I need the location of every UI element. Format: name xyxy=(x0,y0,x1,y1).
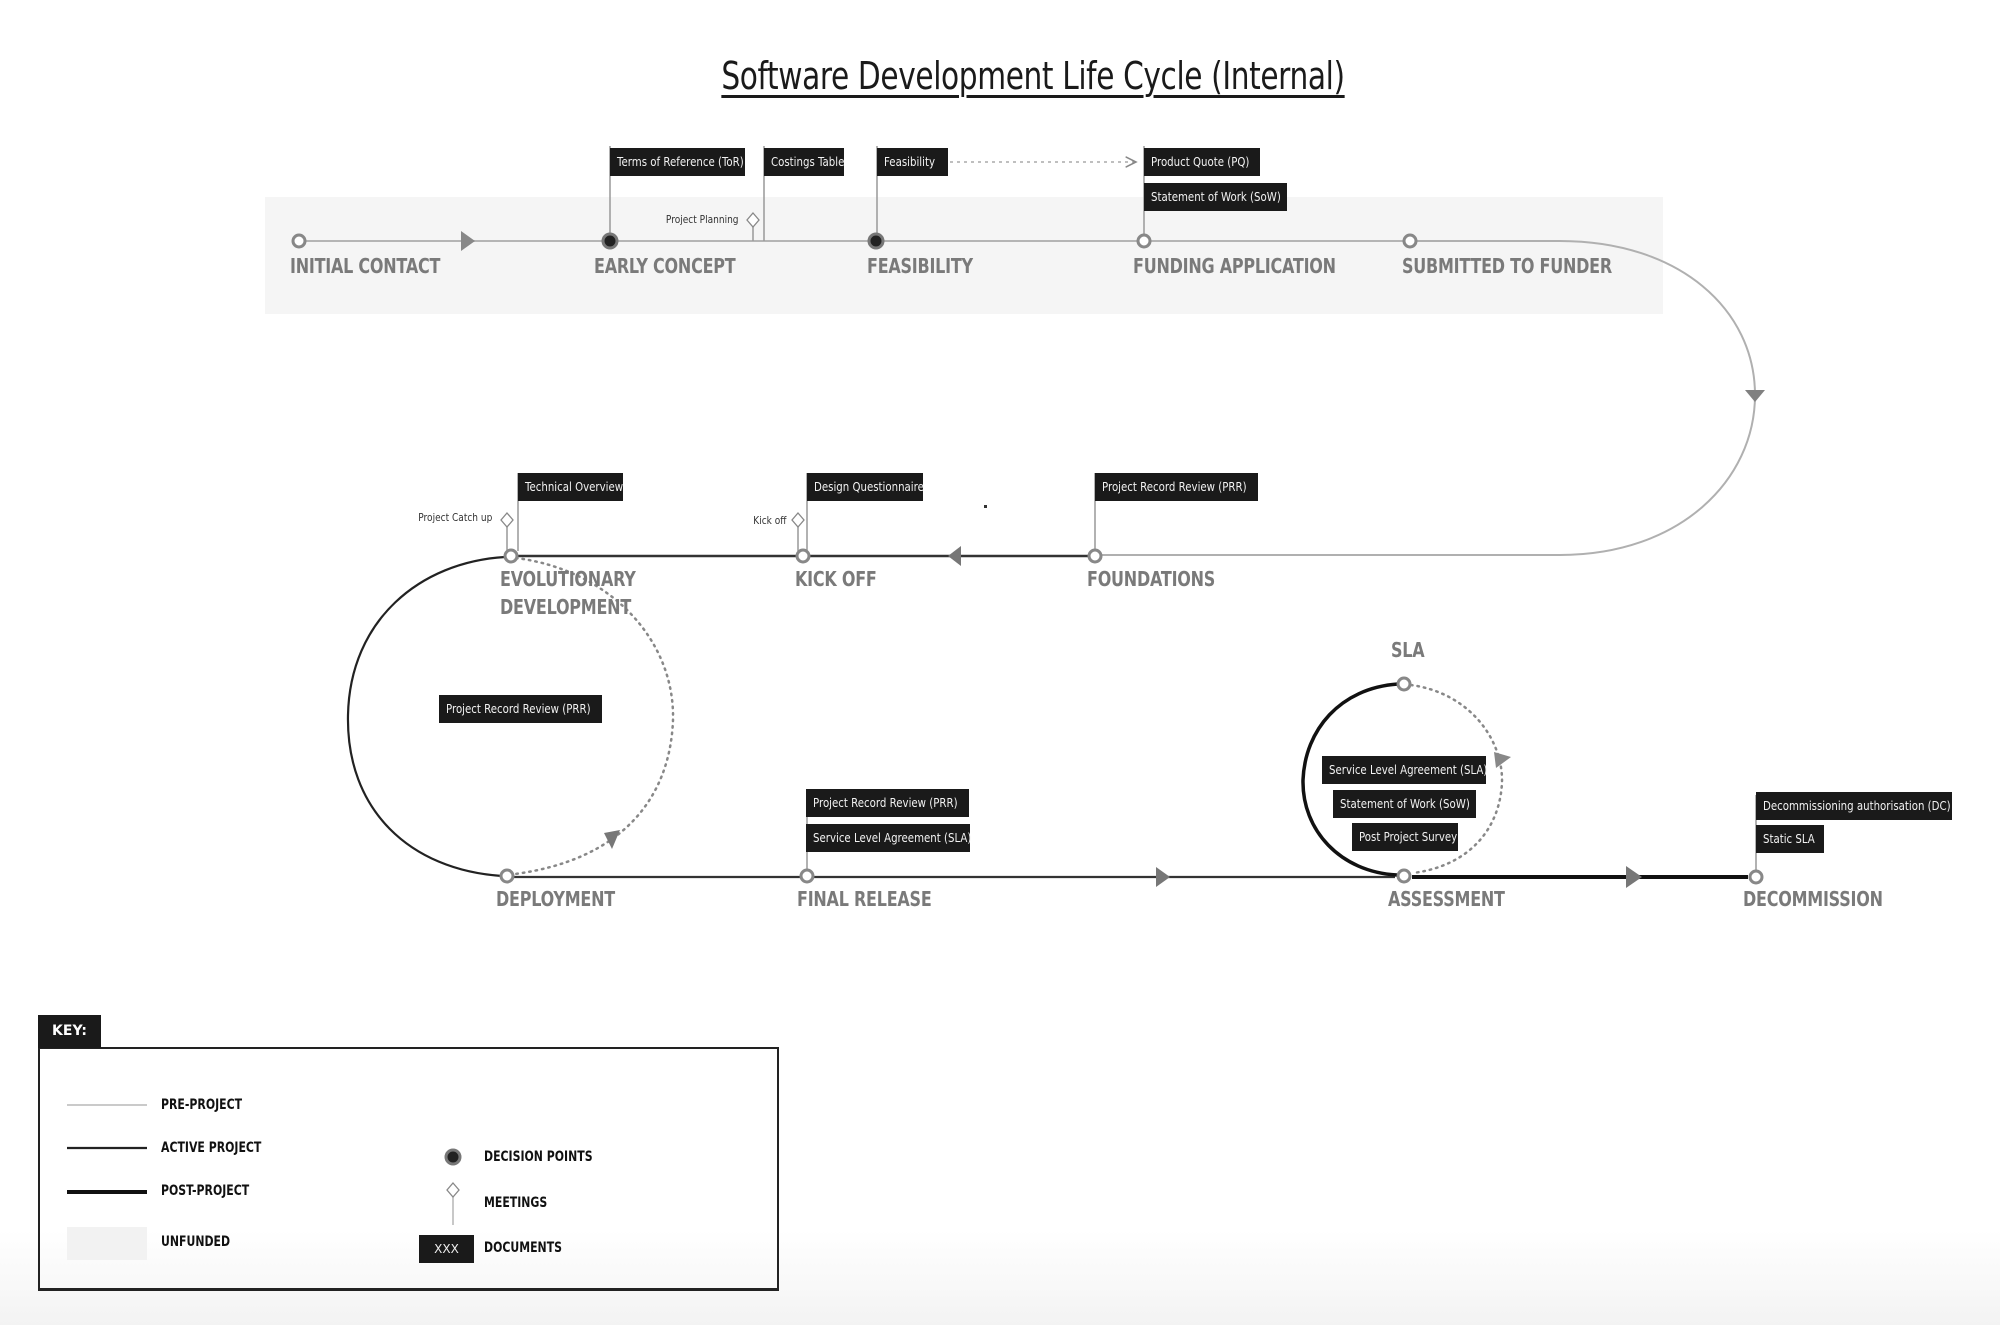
node-assessment[interactable] xyxy=(1396,868,1412,884)
sla-loop-arrow xyxy=(1494,752,1511,768)
document-service-level-agreement[interactable]: Service Level Agreement (SLA) xyxy=(1322,756,1487,784)
stage-label-initial-contact: INITIAL CONTACT xyxy=(290,254,441,278)
stage-label-foundations: FOUNDATIONS xyxy=(1087,567,1216,591)
document-feasibility[interactable]: Feasibility xyxy=(877,148,948,176)
dev-loop-arrow xyxy=(604,830,620,849)
key-panel xyxy=(38,1047,779,1291)
stray-mark xyxy=(984,505,987,508)
meeting-kick-off[interactable] xyxy=(791,512,805,551)
key-label-documents: DOCUMENTS xyxy=(484,1240,563,1256)
document-design-questionnaire[interactable]: Design Questionnaire xyxy=(807,473,924,501)
pre-project-curve xyxy=(1101,240,1757,556)
key-label-active-project: ACTIVE PROJECT xyxy=(161,1140,262,1156)
stage-label-submitted-to-funder: SUBMITTED TO FUNDER xyxy=(1402,254,1612,278)
flow-arrow-right xyxy=(1626,866,1642,888)
stage-label-line: DEVELOPMENT xyxy=(500,595,631,619)
stage-nodes xyxy=(291,232,1764,885)
flow-arrow-right xyxy=(461,231,475,251)
meeting-diamond-icon xyxy=(746,212,760,228)
node-evolutionary-development[interactable] xyxy=(503,548,519,564)
node-kick-off[interactable] xyxy=(795,548,811,564)
node-foundations[interactable] xyxy=(1087,548,1103,564)
key-document-swatch: XXX xyxy=(419,1235,474,1263)
stage-label-evolutionary-development: EVOLUTIONARY DEVELOPMENT xyxy=(500,565,636,621)
meeting-label-project-planning: Project Planning xyxy=(666,213,739,226)
node-submitted-to-funder[interactable] xyxy=(1402,233,1418,249)
document-static-sla[interactable]: Static SLA xyxy=(1756,825,1824,853)
key-label-post-project: POST-PROJECT xyxy=(161,1183,250,1199)
stage-label-line: EVOLUTIONARY xyxy=(500,567,636,591)
stage-label-early-concept: EARLY CONCEPT xyxy=(594,254,736,278)
node-funding-application[interactable] xyxy=(1136,233,1152,249)
key-title: KEY: xyxy=(38,1015,101,1048)
stage-label-kick-off: KICK OFF xyxy=(795,567,877,591)
key-label-unfunded: UNFUNDED xyxy=(161,1234,231,1250)
node-sla[interactable] xyxy=(1396,676,1412,692)
meeting-project-planning[interactable] xyxy=(746,212,760,241)
stage-label-decommission: DECOMMISSION xyxy=(1743,887,1883,911)
node-feasibility-decision-icon[interactable] xyxy=(867,232,885,250)
flow-arrow-right xyxy=(1156,867,1170,887)
key-label-pre-project: PRE-PROJECT xyxy=(161,1097,243,1113)
key-label-meetings: MEETINGS xyxy=(484,1195,548,1211)
meeting-diamond-icon xyxy=(500,512,514,528)
node-final-release[interactable] xyxy=(799,868,815,884)
meeting-project-catch-up[interactable] xyxy=(500,512,514,551)
stage-label-feasibility: FEASIBILITY xyxy=(867,254,973,278)
document-project-record-review[interactable]: Project Record Review (PRR) xyxy=(439,695,602,723)
document-decommissioning-authorisation[interactable]: Decommissioning authorisation (DC) xyxy=(1756,792,1952,820)
stage-label-funding-application: FUNDING APPLICATION xyxy=(1133,254,1336,278)
node-early-concept-decision-icon[interactable] xyxy=(601,232,619,250)
document-terms-of-reference[interactable]: Terms of Reference (ToR) xyxy=(610,148,745,176)
key-label-decision-points: DECISION POINTS xyxy=(484,1149,593,1165)
document-project-record-review[interactable]: Project Record Review (PRR) xyxy=(806,789,969,817)
document-statement-of-work[interactable]: Statement of Work (SoW) xyxy=(1144,183,1287,211)
meeting-label-kick-off: Kick off xyxy=(752,514,786,527)
stage-label-deployment: DEPLOYMENT xyxy=(496,887,615,911)
document-technical-overview[interactable]: Technical Overview xyxy=(518,473,623,501)
document-product-quote[interactable]: Product Quote (PQ) xyxy=(1144,148,1260,176)
key-unfunded-swatch xyxy=(67,1227,147,1260)
stage-label-sla: SLA xyxy=(1391,638,1425,662)
document-statement-of-work[interactable]: Statement of Work (SoW) xyxy=(1333,790,1476,818)
stage-label-assessment: ASSESSMENT xyxy=(1388,887,1505,911)
node-decommission[interactable] xyxy=(1748,869,1764,885)
document-costings-table[interactable]: Costings Table xyxy=(764,148,844,176)
document-post-project-survey[interactable]: Post Project Survey xyxy=(1352,823,1458,851)
node-initial-contact[interactable] xyxy=(291,233,307,249)
flow-arrow-down xyxy=(1745,390,1765,402)
flow-arrow-left xyxy=(948,546,961,566)
stage-label-final-release: FINAL RELEASE xyxy=(797,887,932,911)
node-deployment[interactable] xyxy=(499,868,515,884)
meeting-label-project-catch-up: Project Catch up xyxy=(417,511,492,524)
document-project-record-review[interactable]: Project Record Review (PRR) xyxy=(1095,473,1258,501)
meeting-diamond-icon xyxy=(791,512,805,528)
document-service-level-agreement[interactable]: Service Level Agreement (SLA) xyxy=(806,824,971,852)
